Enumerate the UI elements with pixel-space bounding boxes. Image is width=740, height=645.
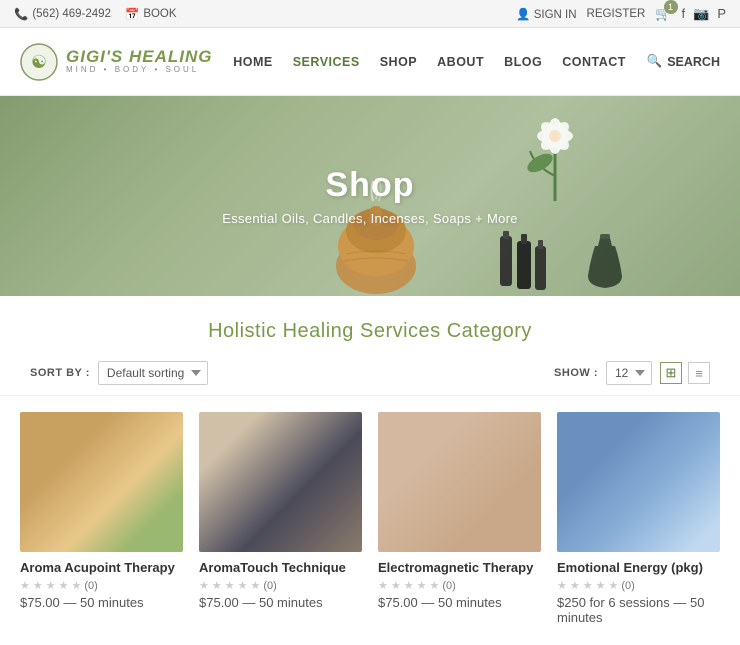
section-title-area: Holistic Healing Services Category <box>0 296 740 353</box>
phone-number[interactable]: 📞 (562) 469-2492 <box>14 7 111 21</box>
star: ★ <box>417 579 427 592</box>
filters-bar: SORT BY : Default sorting SHOW : 122448 … <box>0 353 740 396</box>
review-count: (0) <box>442 580 455 592</box>
view-icons: ⊞ ≡ <box>660 362 710 384</box>
hero-subtitle: Essential Oils, Candles, Incenses, Soaps… <box>222 211 518 226</box>
book-link[interactable]: 📅 BOOK <box>125 7 177 21</box>
product-card[interactable]: Electromagnetic Therapy ★★★★★ (0) $75.00… <box>378 412 541 625</box>
product-image <box>378 412 541 552</box>
phone-icon: 📞 <box>14 7 28 21</box>
star: ★ <box>583 579 593 592</box>
products-grid: Aroma Acupoint Therapy ★★★★★ (0) $75.00 … <box>0 412 740 645</box>
star: ★ <box>570 579 580 592</box>
show-area: SHOW : 122448 ⊞ ≡ <box>554 361 710 385</box>
product-price: $75.00 — 50 minutes <box>378 595 541 610</box>
top-bar-right: 👤 SIGN IN REGISTER 🛒 1 f 📷 P <box>516 6 726 22</box>
cart-icon[interactable]: 🛒 1 <box>655 6 671 22</box>
show-select[interactable]: 122448 <box>606 361 652 385</box>
top-bar: 📞 (562) 469-2492 📅 BOOK 👤 SIGN IN REGIST… <box>0 0 740 28</box>
star: ★ <box>609 579 619 592</box>
product-name: AromaTouch Technique <box>199 560 362 575</box>
flower-decoration <box>515 101 595 201</box>
product-stars: ★★★★★ (0) <box>557 579 720 592</box>
main-nav: HOME SERVICES SHOP ABOUT BLOG CONTACT <box>233 55 626 69</box>
hero-banner: Shop Essential Oils, Candles, Incenses, … <box>0 96 740 296</box>
product-stars: ★★★★★ (0) <box>199 579 362 592</box>
product-card[interactable]: AromaTouch Technique ★★★★★ (0) $75.00 — … <box>199 412 362 625</box>
product-image <box>199 412 362 552</box>
brand-tagline: MIND • BODY • SOUL <box>66 66 213 75</box>
bottles-decoration <box>495 216 555 296</box>
instagram-icon[interactable]: 📷 <box>693 6 709 22</box>
product-stars: ★★★★★ (0) <box>378 579 541 592</box>
pinterest-icon[interactable]: P <box>717 6 726 22</box>
top-bar-left: 📞 (562) 469-2492 📅 BOOK <box>14 7 177 21</box>
review-count: (0) <box>263 580 276 592</box>
hero-title: Shop <box>222 166 518 205</box>
facebook-icon[interactable]: f <box>682 6 686 22</box>
brand-name: GIGI'S HEALING <box>66 48 213 67</box>
logo-text: GIGI'S HEALING MIND • BODY • SOUL <box>66 48 213 75</box>
user-icon: 👤 <box>516 9 530 21</box>
star: ★ <box>20 579 30 592</box>
star: ★ <box>251 579 261 592</box>
product-name: Electromagnetic Therapy <box>378 560 541 575</box>
nav-about[interactable]: ABOUT <box>437 55 484 69</box>
star: ★ <box>33 579 43 592</box>
product-image <box>20 412 183 552</box>
star: ★ <box>404 579 414 592</box>
product-name: Aroma Acupoint Therapy <box>20 560 183 575</box>
search-button[interactable]: 🔍 SEARCH <box>647 54 720 69</box>
list-view-icon[interactable]: ≡ <box>688 362 710 384</box>
star: ★ <box>212 579 222 592</box>
grid-view-icon[interactable]: ⊞ <box>660 362 682 384</box>
product-name: Emotional Energy (pkg) <box>557 560 720 575</box>
sort-select[interactable]: Default sorting <box>98 361 208 385</box>
calendar-icon: 📅 <box>125 7 139 21</box>
star: ★ <box>59 579 69 592</box>
star: ★ <box>378 579 388 592</box>
star: ★ <box>391 579 401 592</box>
nav-contact[interactable]: CONTACT <box>562 55 626 69</box>
sort-by-container: SORT BY : Default sorting <box>30 361 208 385</box>
cart-badge: 1 <box>664 0 678 14</box>
nav-shop[interactable]: SHOP <box>380 55 417 69</box>
product-card[interactable]: Emotional Energy (pkg) ★★★★★ (0) $250 fo… <box>557 412 720 625</box>
logo[interactable]: ☯ GIGI'S HEALING MIND • BODY • SOUL <box>20 43 213 81</box>
hero-text: Shop Essential Oils, Candles, Incenses, … <box>222 166 518 226</box>
sort-label: SORT BY : <box>30 367 90 379</box>
social-icons: f 📷 P <box>682 6 726 22</box>
star: ★ <box>557 579 567 592</box>
product-price: $75.00 — 50 minutes <box>20 595 183 610</box>
review-count: (0) <box>84 580 97 592</box>
product-price: $75.00 — 50 minutes <box>199 595 362 610</box>
svg-text:☯: ☯ <box>31 52 47 72</box>
nav-services[interactable]: SERVICES <box>293 55 360 69</box>
star: ★ <box>199 579 209 592</box>
review-count: (0) <box>621 580 634 592</box>
logo-icon: ☯ <box>20 43 58 81</box>
product-stars: ★★★★★ (0) <box>20 579 183 592</box>
star: ★ <box>46 579 56 592</box>
star: ★ <box>430 579 440 592</box>
vase-decoration <box>580 206 630 296</box>
section-title: Holistic Healing Services Category <box>0 320 740 343</box>
nav-home[interactable]: HOME <box>233 55 273 69</box>
signin-link[interactable]: 👤 SIGN IN <box>516 7 576 21</box>
star: ★ <box>225 579 235 592</box>
star: ★ <box>238 579 248 592</box>
nav-blog[interactable]: BLOG <box>504 55 542 69</box>
product-card[interactable]: Aroma Acupoint Therapy ★★★★★ (0) $75.00 … <box>20 412 183 625</box>
search-icon: 🔍 <box>647 54 663 69</box>
register-link[interactable]: REGISTER <box>587 8 646 20</box>
header: ☯ GIGI'S HEALING MIND • BODY • SOUL HOME… <box>0 28 740 96</box>
show-label: SHOW : <box>554 367 598 379</box>
star: ★ <box>72 579 82 592</box>
star: ★ <box>596 579 606 592</box>
product-image <box>557 412 720 552</box>
